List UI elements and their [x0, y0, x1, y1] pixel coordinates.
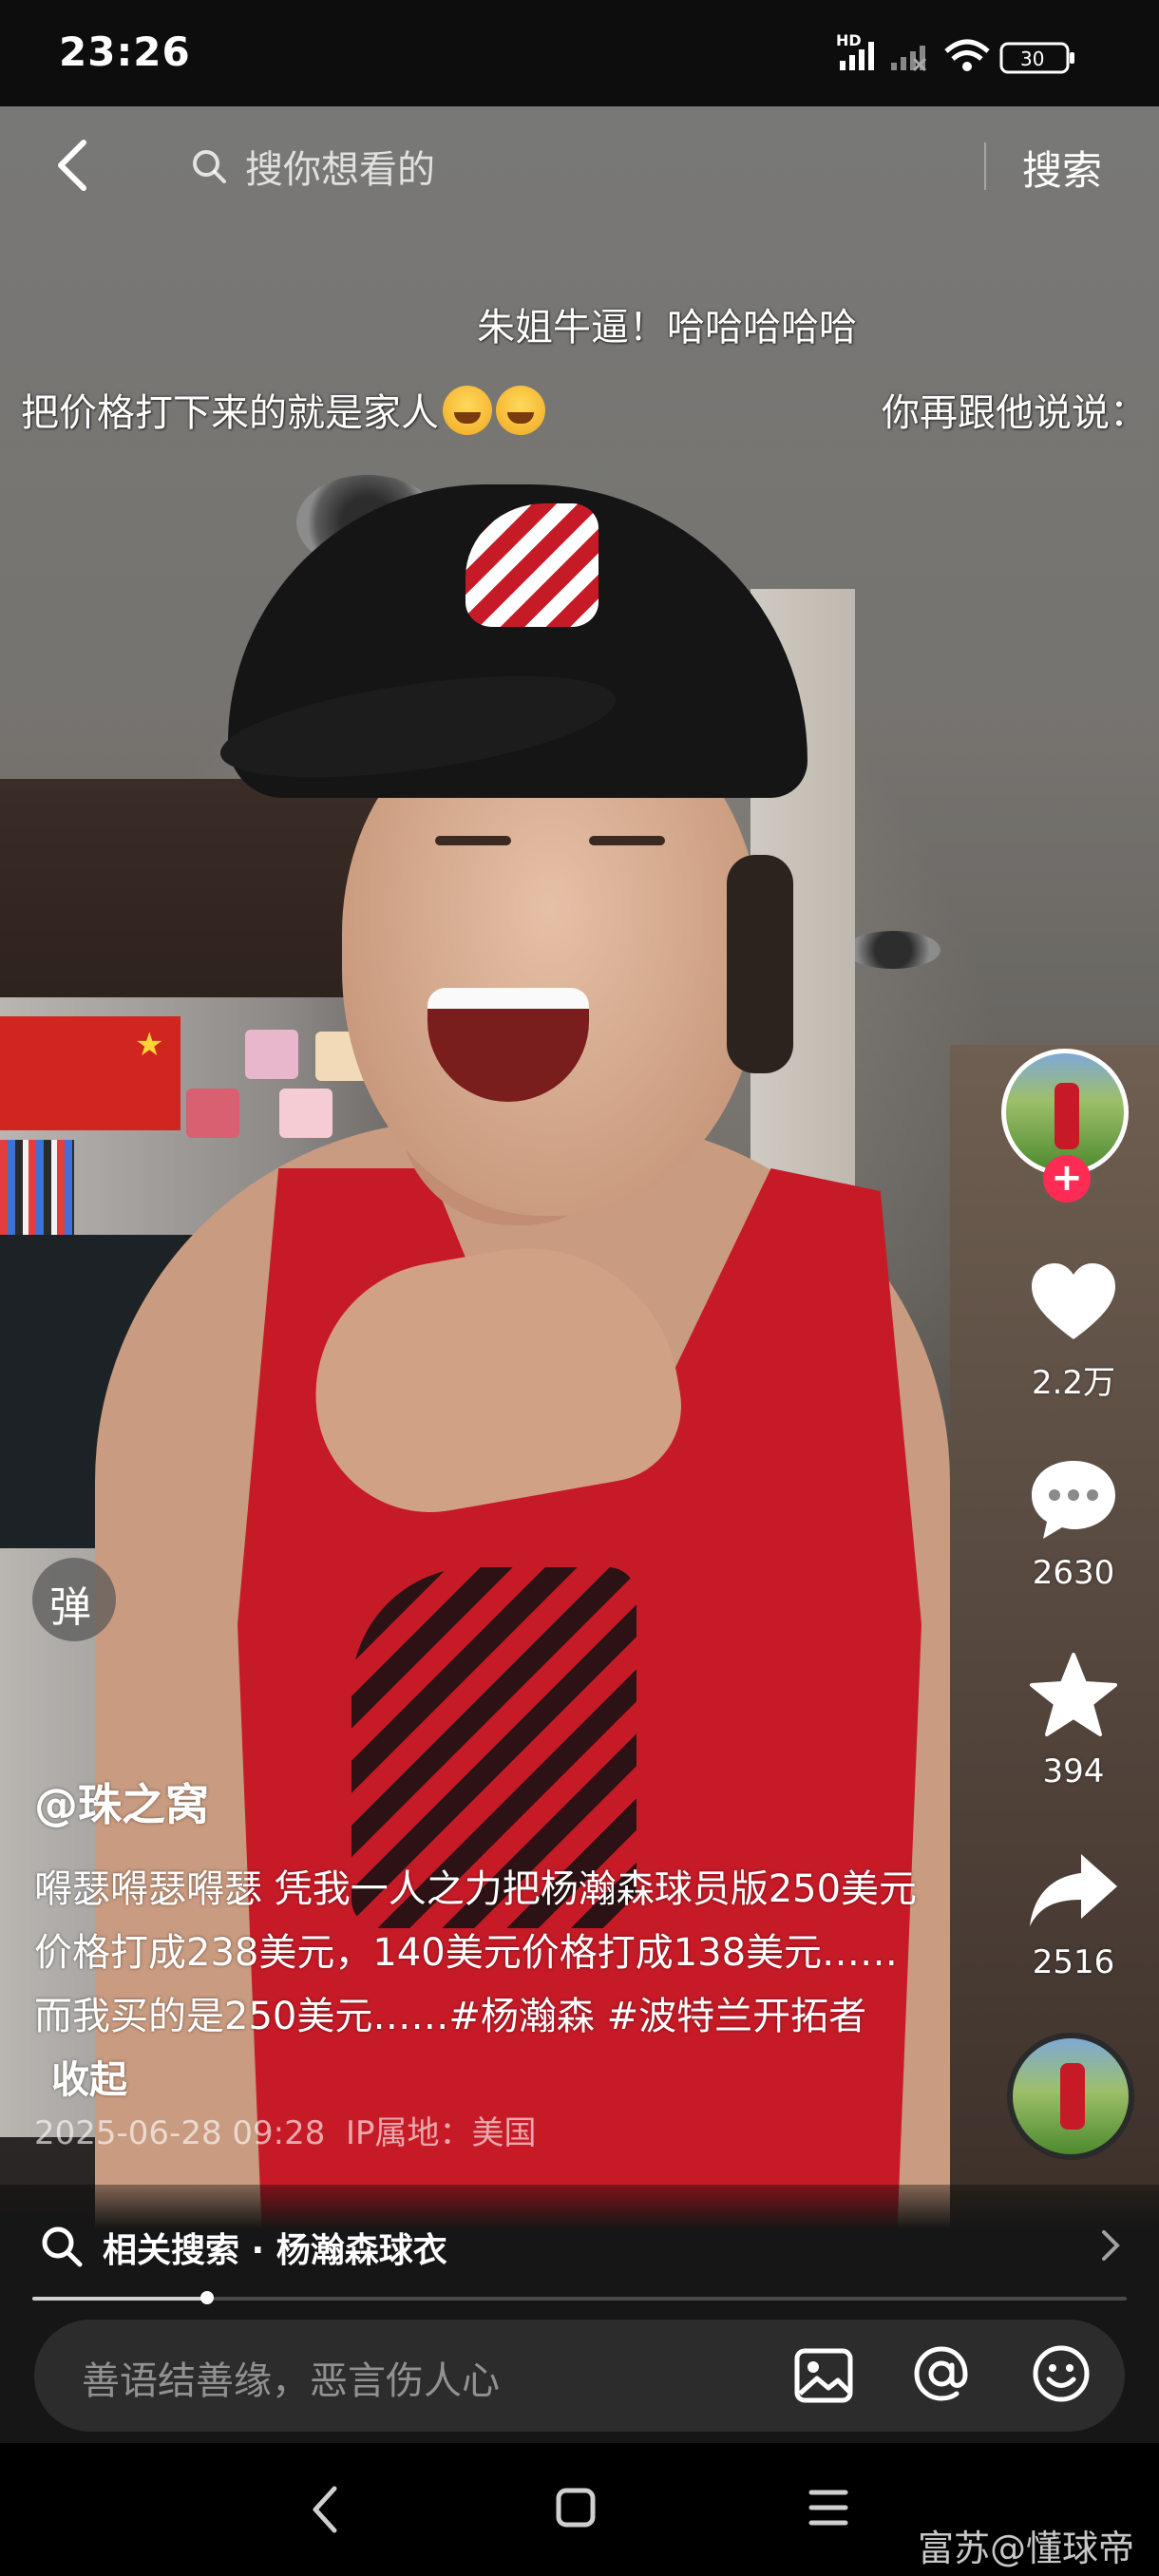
fridge-magnet: [186, 1089, 239, 1138]
disc-figure: [1060, 2063, 1085, 2130]
related-search-text[interactable]: 相关搜索 · 杨瀚森球衣: [103, 2223, 447, 2272]
description-text: 嘚瑟嘚瑟嘚瑟 凭我一人之力把杨瀚森球员版250美元价格打成238美元，140美元…: [34, 1867, 918, 2038]
comment-placeholder: 善语结善缘，恶言伤人心: [82, 2359, 500, 2403]
comment-icon[interactable]: [1026, 1451, 1121, 1546]
danmaku-comment: 你再跟他说说：: [882, 391, 1148, 435]
nav-home-icon[interactable]: [555, 2487, 597, 2529]
star-icon[interactable]: [1026, 1649, 1121, 1744]
fridge-markers: [0, 1140, 74, 1235]
avatar-figure: [1054, 1083, 1079, 1149]
person-hair: [727, 855, 793, 1073]
ip-location: IP属地：美国: [346, 2114, 537, 2152]
progress-fill: [32, 2297, 208, 2301]
video-description: 嘚瑟嘚瑟嘚瑟 凭我一人之力把杨瀚森球员版250美元价格打成238美元，140美元…: [34, 1858, 918, 2112]
grin-emoji-icon: [443, 386, 492, 435]
nav-menu-icon[interactable]: [808, 2485, 849, 2530]
search-button[interactable]: 搜索: [1022, 139, 1102, 197]
mention-icon[interactable]: [910, 2342, 973, 2405]
image-icon[interactable]: [792, 2344, 855, 2407]
post-meta: 2025-06-28 09:28 IP属地：美国: [34, 2107, 537, 2153]
search-icon: [42, 2226, 83, 2267]
danmaku-text: 、把价格打下来的就是家人: [0, 391, 439, 435]
flag-star-icon: ★: [135, 1026, 164, 1064]
search-icon: [193, 150, 226, 183]
search-input[interactable]: 搜你想看的: [245, 139, 435, 194]
emoji-icon[interactable]: [1030, 2342, 1092, 2405]
watermark: 富苏@懂球帝: [918, 2528, 1135, 2569]
danmaku-comment: 、把价格打下来的就是家人: [0, 382, 545, 437]
fridge-magnet: [245, 1030, 298, 1079]
favorite-count: 394: [1042, 1752, 1105, 1790]
status-time: 23:26: [59, 28, 191, 75]
grin-emoji-icon: [496, 386, 545, 435]
heart-icon[interactable]: [1026, 1256, 1121, 1351]
comment-count: 2630: [1032, 1554, 1115, 1592]
fridge-magnet: [279, 1089, 332, 1138]
person-eye: [435, 836, 511, 845]
hd-label: HD: [836, 31, 862, 49]
danmaku-toggle-label: 弹: [49, 1583, 91, 1632]
post-timestamp: 2025-06-28 09:28: [34, 2114, 326, 2152]
person-eye: [589, 836, 665, 845]
search-divider: [984, 142, 986, 190]
collapse-button[interactable]: 收起: [51, 2058, 127, 2102]
chevron-right-icon[interactable]: [1096, 2226, 1125, 2264]
like-count: 2.2万: [1031, 1364, 1116, 1402]
nav-back-icon[interactable]: [306, 2481, 344, 2538]
follow-button[interactable]: +: [1043, 1155, 1091, 1203]
danmaku-comment: 朱姐牛逼！哈哈哈哈哈: [477, 306, 857, 350]
share-count: 2516: [1032, 1943, 1115, 1981]
ceiling-light: [846, 931, 940, 969]
back-arrow-icon[interactable]: [49, 137, 95, 194]
author-name[interactable]: @珠之窝: [34, 1771, 209, 1833]
battery-level: 30: [1020, 47, 1044, 70]
share-icon[interactable]: [1026, 1845, 1121, 1940]
status-icons: HD 30: [836, 31, 1074, 74]
